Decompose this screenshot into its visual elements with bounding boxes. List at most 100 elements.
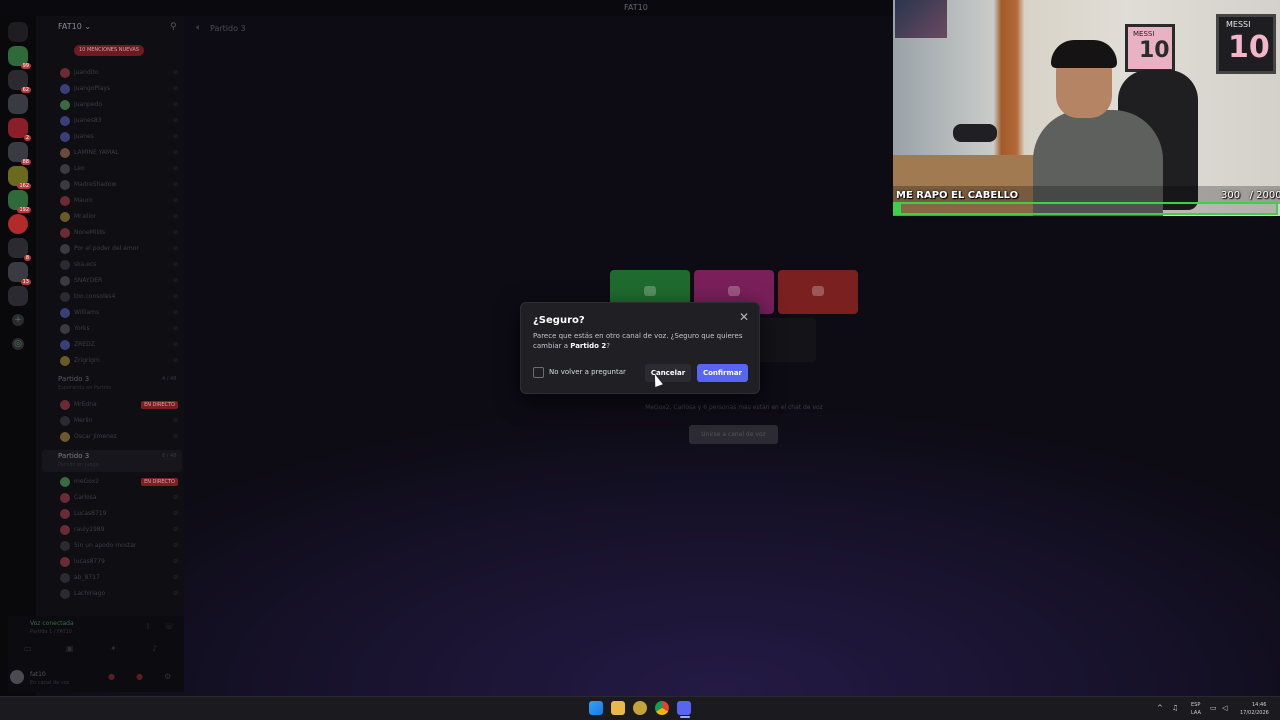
participant-tile[interactable] xyxy=(778,270,858,314)
network-icon[interactable]: ▭ xyxy=(1210,704,1217,712)
messi-frame-number: 10 xyxy=(1139,38,1170,63)
join-voice-button[interactable]: Unirse a canal de voz xyxy=(689,425,778,444)
member-row[interactable]: Oscar Jimenez ⊘ xyxy=(58,430,182,444)
voice-channel[interactable]: Partido 3 xyxy=(58,375,89,383)
member-row[interactable]: ZREDZ ⊘ xyxy=(58,338,182,352)
member-avatar xyxy=(60,557,70,567)
member-avatar xyxy=(60,260,70,270)
server-icon-active[interactable] xyxy=(8,214,28,234)
discord-home-icon[interactable] xyxy=(8,22,28,42)
member-avatar xyxy=(60,324,70,334)
noise-suppression-icon[interactable]: ⌇ xyxy=(146,622,150,631)
member-row[interactable]: Sin un apodo mostar ⊘ xyxy=(58,539,182,553)
add-server-icon[interactable]: + xyxy=(12,314,24,326)
windows-start-icon[interactable] xyxy=(589,701,603,715)
member-name: Juanes xyxy=(74,133,94,140)
clock-time[interactable]: 14:46 xyxy=(1252,702,1266,708)
member-row[interactable]: Lachiriago ⊘ xyxy=(58,587,182,601)
member-row[interactable]: ab_8717 ⊘ xyxy=(58,571,182,585)
member-row[interactable]: MadreShadow ⊘ xyxy=(58,178,182,192)
member-row[interactable]: MrEdna EN DIRECTO xyxy=(58,398,182,412)
discover-icon[interactable]: ◎ xyxy=(12,338,24,350)
server-icon[interactable]: 99 xyxy=(8,46,31,69)
confirm-button[interactable]: Confirmar xyxy=(697,364,748,382)
deafen-icon[interactable]: ● xyxy=(136,672,143,681)
member-row[interactable]: juandito ⊘ xyxy=(58,66,182,80)
member-avatar xyxy=(60,400,70,410)
language-top[interactable]: ESP xyxy=(1191,702,1200,708)
voice-channel-label[interactable]: Partido 1 / FAT10 xyxy=(30,629,72,635)
member-row[interactable]: JuangoPlays ⊘ xyxy=(58,82,182,96)
member-row[interactable]: rauly1989 ⊘ xyxy=(58,523,182,537)
dialog-body-suffix: ? xyxy=(606,342,610,350)
member-name: Oscar Jimenez xyxy=(74,433,117,440)
voice-state-icon: ⊘ xyxy=(172,433,178,440)
settings-gear-icon[interactable]: ⚙ xyxy=(164,672,171,681)
member-row[interactable]: Juanes83 ⊘ xyxy=(58,114,182,128)
server-icon[interactable]: 62 xyxy=(8,70,31,93)
member-row[interactable]: ska.ecs ⊘ xyxy=(58,258,182,272)
chrome-canary-icon[interactable] xyxy=(633,701,647,715)
screen-share-icon[interactable]: ▣ xyxy=(66,644,74,653)
member-row[interactable]: LAMINE YAMAL ⊘ xyxy=(58,146,182,160)
member-row[interactable]: Por el poder del amor ⊘ xyxy=(58,242,182,256)
server-icon[interactable]: 88 xyxy=(8,142,31,165)
member-row[interactable]: SNAYDER ⊘ xyxy=(58,274,182,288)
member-row[interactable]: NoneMilds ⊘ xyxy=(58,226,182,240)
server-icon[interactable] xyxy=(8,94,28,114)
clock-date[interactable]: 17/02/2026 xyxy=(1240,710,1269,716)
new-mentions-pill[interactable]: 10 MENCIONES NUEVAS xyxy=(74,45,144,56)
language-bottom[interactable]: LAA xyxy=(1191,710,1201,716)
volume-icon[interactable]: ◁ xyxy=(1222,704,1227,712)
member-name: lucas8779 xyxy=(74,558,105,565)
mention-badge: 13 xyxy=(20,279,31,285)
discord-icon[interactable] xyxy=(677,701,691,715)
server-icon[interactable] xyxy=(8,286,28,306)
close-icon[interactable]: ✕ xyxy=(739,310,749,324)
member-name: Zrigrigm xyxy=(74,357,100,364)
member-name: too.consoles4 xyxy=(74,293,116,300)
member-row[interactable]: Zrigrigm ⊘ xyxy=(58,354,182,368)
mute-icon[interactable]: ● xyxy=(108,672,115,681)
dont-ask-checkbox[interactable] xyxy=(533,367,544,378)
member-row[interactable]: Williams ⊘ xyxy=(58,306,182,320)
add-member-icon[interactable]: ⚲ xyxy=(170,22,177,32)
file-explorer-icon[interactable] xyxy=(611,701,625,715)
activities-icon[interactable]: ✦ xyxy=(110,644,117,653)
chrome-icon[interactable] xyxy=(655,701,669,715)
voice-channel[interactable]: Partido 3 xyxy=(58,452,89,460)
member-name: MrEdna xyxy=(74,401,97,408)
dont-ask-label[interactable]: No volver a preguntar xyxy=(549,368,626,376)
member-row[interactable]: Mauro ⊘ xyxy=(58,194,182,208)
member-row[interactable]: Mr.elior ⊘ xyxy=(58,210,182,224)
server-icon[interactable]: 8 xyxy=(8,238,31,261)
member-row[interactable]: Merlin ⊘ xyxy=(58,414,182,428)
member-name: Juanes83 xyxy=(74,117,102,124)
microphone-tray-icon[interactable]: ♫ xyxy=(1172,704,1178,712)
server-icon[interactable]: 2 xyxy=(8,118,31,141)
member-row[interactable]: Yorks ⊘ xyxy=(58,322,182,336)
voice-channel-count: 8 / 48 xyxy=(162,453,177,459)
member-row[interactable]: meGox2 EN DIRECTO xyxy=(58,475,182,489)
stage-subtitle: MeGox2, Carlosa y 6 personas más están e… xyxy=(645,404,823,411)
disconnect-icon[interactable]: ☏ xyxy=(164,622,174,631)
chevron-up-icon[interactable]: ^ xyxy=(1157,704,1163,712)
member-row[interactable]: Lucas8719 ⊘ xyxy=(58,507,182,521)
camera-icon[interactable]: ▭ xyxy=(24,644,32,653)
dialog-body-text: Parece que estás en otro canal de voz. ¿… xyxy=(533,332,743,350)
user-avatar[interactable] xyxy=(10,670,24,684)
member-row[interactable]: Carlosa ⊘ xyxy=(58,491,182,505)
member-row[interactable]: too.consoles4 ⊘ xyxy=(58,290,182,304)
soundboard-icon[interactable]: ♪ xyxy=(152,644,157,653)
member-row[interactable]: lucas8779 ⊘ xyxy=(58,555,182,569)
voice-state-icon: ⊘ xyxy=(172,229,178,236)
member-row[interactable]: Leo ⊘ xyxy=(58,162,182,176)
member-row[interactable]: Juanes ⊘ xyxy=(58,130,182,144)
voice-state-icon: ⊘ xyxy=(172,293,178,300)
server-icon[interactable]: 162 xyxy=(8,166,31,189)
member-name: Yorks xyxy=(74,325,90,332)
member-row[interactable]: Juanpedo ⊘ xyxy=(58,98,182,112)
server-icon[interactable]: 192 xyxy=(8,190,31,213)
server-icon[interactable]: 13 xyxy=(8,262,31,285)
server-name[interactable]: FAT10 ⌄ xyxy=(58,22,91,31)
